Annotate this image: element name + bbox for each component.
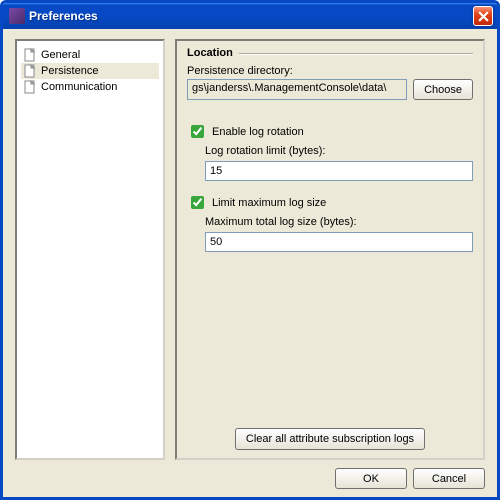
- limit-maxsize-checkbox[interactable]: [191, 196, 204, 209]
- enable-rotation-label: Enable log rotation: [212, 126, 304, 138]
- close-button[interactable]: [473, 6, 493, 26]
- directory-label: Persistence directory:: [187, 65, 473, 77]
- panels: General Persistence Communication Locati…: [15, 39, 485, 460]
- dialog-buttons: OK Cancel: [15, 460, 485, 489]
- maxsize-label: Maximum total log size (bytes):: [205, 216, 473, 228]
- tree-item-general[interactable]: General: [21, 47, 159, 63]
- window-title: Preferences: [29, 9, 473, 23]
- limit-maxsize-row[interactable]: Limit maximum log size: [187, 193, 473, 212]
- content-panel: Location Persistence directory: gs\jande…: [175, 39, 485, 460]
- choose-button[interactable]: Choose: [413, 79, 473, 100]
- dialog-body: General Persistence Communication Locati…: [3, 29, 497, 497]
- close-icon: [478, 11, 489, 22]
- maxsize-field[interactable]: [205, 232, 473, 252]
- page-icon: [23, 48, 37, 62]
- title-bar: Preferences: [3, 3, 497, 29]
- cancel-button[interactable]: Cancel: [413, 468, 485, 489]
- divider: [239, 53, 473, 54]
- page-icon: [23, 80, 37, 94]
- rotation-limit-field[interactable]: [205, 161, 473, 181]
- tree-item-label: General: [41, 49, 80, 61]
- enable-rotation-checkbox[interactable]: [191, 125, 204, 138]
- preferences-window: Preferences General Persistence Communic…: [0, 0, 500, 500]
- app-icon: [9, 8, 25, 24]
- category-tree[interactable]: General Persistence Communication: [15, 39, 165, 460]
- location-legend: Location: [187, 47, 233, 59]
- location-group: Location Persistence directory: gs\jande…: [187, 47, 473, 100]
- enable-rotation-row[interactable]: Enable log rotation: [187, 122, 473, 141]
- tree-item-communication[interactable]: Communication: [21, 79, 159, 95]
- clear-logs-button[interactable]: Clear all attribute subscription logs: [235, 428, 425, 450]
- tree-item-label: Persistence: [41, 65, 98, 77]
- rotation-limit-label: Log rotation limit (bytes):: [205, 145, 473, 157]
- page-icon: [23, 64, 37, 78]
- maxsize-group: Maximum total log size (bytes):: [205, 214, 473, 252]
- rotation-limit-group: Log rotation limit (bytes):: [205, 143, 473, 181]
- tree-item-label: Communication: [41, 81, 117, 93]
- directory-field[interactable]: gs\janderss\.ManagementConsole\data\: [187, 79, 407, 100]
- tree-item-persistence[interactable]: Persistence: [21, 63, 159, 79]
- ok-button[interactable]: OK: [335, 468, 407, 489]
- limit-maxsize-label: Limit maximum log size: [212, 197, 326, 209]
